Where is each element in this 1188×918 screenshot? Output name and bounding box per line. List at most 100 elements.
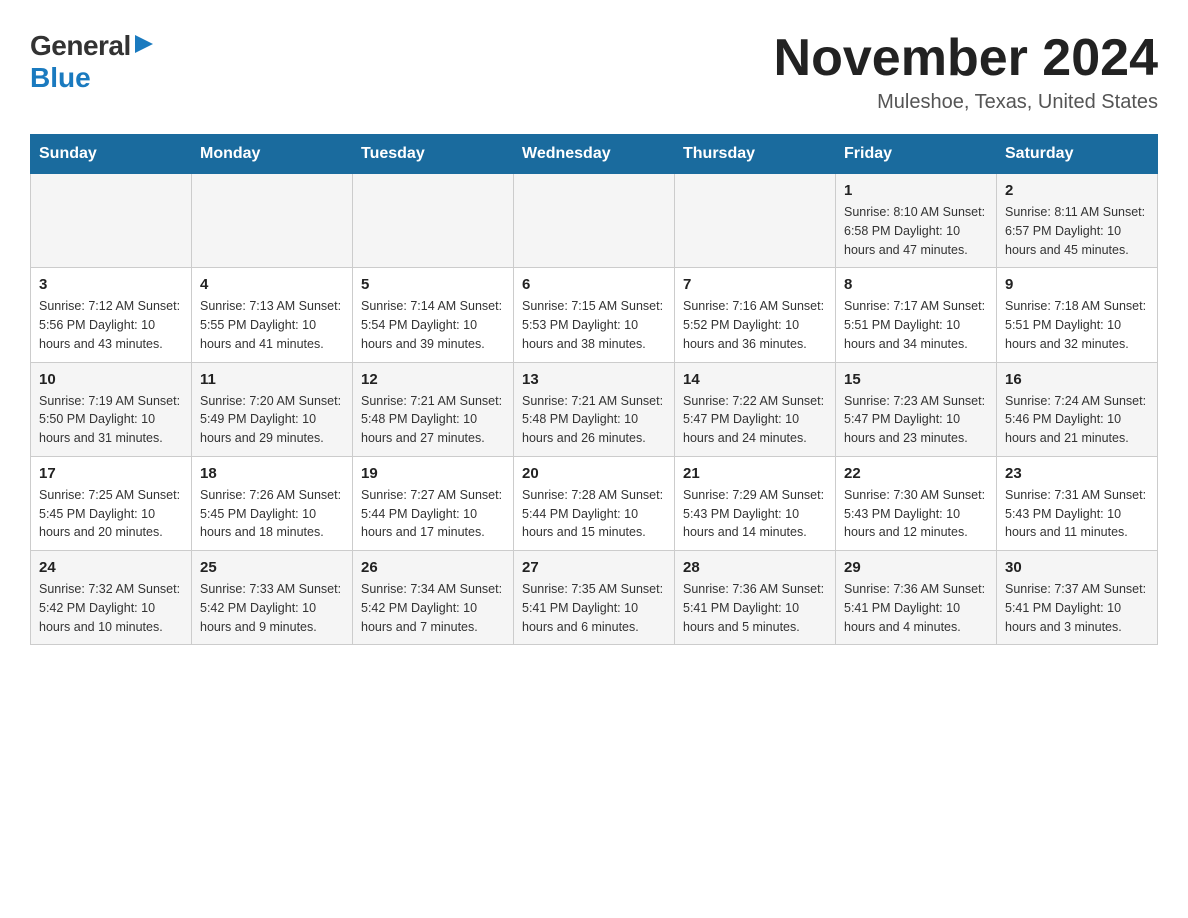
calendar-cell: 11 Sunrise: 7:20 AM Sunset: 5:49 PM Dayli… [192, 362, 353, 456]
day-number: 11 [200, 371, 344, 388]
day-info: Sunrise: 7:20 AM Sunset: 5:49 PM Dayligh… [200, 392, 344, 448]
day-info: Sunrise: 7:26 AM Sunset: 5:45 PM Dayligh… [200, 486, 344, 542]
day-info: Sunrise: 7:36 AM Sunset: 5:41 PM Dayligh… [844, 580, 988, 636]
calendar-header-row: SundayMondayTuesdayWednesdayThursdayFrid… [31, 135, 1158, 174]
day-info: Sunrise: 7:29 AM Sunset: 5:43 PM Dayligh… [683, 486, 827, 542]
day-number: 2 [1005, 182, 1149, 199]
day-number: 1 [844, 182, 988, 199]
calendar-cell [353, 174, 514, 268]
calendar-cell: 25Sunrise: 7:33 AM Sunset: 5:42 PM Dayli… [192, 551, 353, 645]
calendar-cell: 6Sunrise: 7:15 AM Sunset: 5:53 PM Daylig… [514, 268, 675, 362]
day-info: Sunrise: 7:14 AM Sunset: 5:54 PM Dayligh… [361, 297, 505, 353]
logo: General Blue [30, 30, 155, 94]
day-info: Sunrise: 7:16 AM Sunset: 5:52 PM Dayligh… [683, 297, 827, 353]
calendar-cell [675, 174, 836, 268]
day-info: Sunrise: 7:36 AM Sunset: 5:41 PM Dayligh… [683, 580, 827, 636]
day-number: 10 [39, 371, 183, 388]
page-header: General Blue November 2024 Muleshoe, Tex… [30, 30, 1158, 114]
calendar-cell: 20Sunrise: 7:28 AM Sunset: 5:44 PM Dayli… [514, 456, 675, 550]
calendar-row-1: 1 Sunrise: 8:10 AM Sunset: 6:58 PM Daylig… [31, 174, 1158, 268]
calendar-cell [514, 174, 675, 268]
day-info: Sunrise: 7:34 AM Sunset: 5:42 PM Dayligh… [361, 580, 505, 636]
day-number: 18 [200, 465, 344, 482]
day-number: 27 [522, 559, 666, 576]
calendar-cell: 3 Sunrise: 7:12 AM Sunset: 5:56 PM Daylig… [31, 268, 192, 362]
day-number: 14 [683, 371, 827, 388]
day-number: 16 [1005, 371, 1149, 388]
day-info: Sunrise: 7:12 AM Sunset: 5:56 PM Dayligh… [39, 297, 183, 353]
calendar-header-saturday: Saturday [997, 135, 1158, 174]
day-info: Sunrise: 8:11 AM Sunset: 6:57 PM Dayligh… [1005, 203, 1149, 259]
calendar-cell: 22Sunrise: 7:30 AM Sunset: 5:43 PM Dayli… [836, 456, 997, 550]
calendar-cell: 9 Sunrise: 7:18 AM Sunset: 5:51 PM Daylig… [997, 268, 1158, 362]
day-info: Sunrise: 7:24 AM Sunset: 5:46 PM Dayligh… [1005, 392, 1149, 448]
calendar-cell: 30Sunrise: 7:37 AM Sunset: 5:41 PM Dayli… [997, 551, 1158, 645]
day-info: Sunrise: 7:35 AM Sunset: 5:41 PM Dayligh… [522, 580, 666, 636]
day-number: 13 [522, 371, 666, 388]
day-info: Sunrise: 8:10 AM Sunset: 6:58 PM Dayligh… [844, 203, 988, 259]
day-info: Sunrise: 7:25 AM Sunset: 5:45 PM Dayligh… [39, 486, 183, 542]
day-number: 25 [200, 559, 344, 576]
day-number: 15 [844, 371, 988, 388]
calendar-cell: 16 Sunrise: 7:24 AM Sunset: 5:46 PM Dayli… [997, 362, 1158, 456]
calendar-header-thursday: Thursday [675, 135, 836, 174]
calendar-cell: 17Sunrise: 7:25 AM Sunset: 5:45 PM Dayli… [31, 456, 192, 550]
logo-general-text: General [30, 30, 131, 62]
calendar-header-tuesday: Tuesday [353, 135, 514, 174]
location-text: Muleshoe, Texas, United States [774, 91, 1158, 114]
day-number: 21 [683, 465, 827, 482]
day-info: Sunrise: 7:18 AM Sunset: 5:51 PM Dayligh… [1005, 297, 1149, 353]
day-info: Sunrise: 7:28 AM Sunset: 5:44 PM Dayligh… [522, 486, 666, 542]
calendar-cell: 12 Sunrise: 7:21 AM Sunset: 5:48 PM Dayli… [353, 362, 514, 456]
day-info: Sunrise: 7:22 AM Sunset: 5:47 PM Dayligh… [683, 392, 827, 448]
calendar-cell: 4 Sunrise: 7:13 AM Sunset: 5:55 PM Daylig… [192, 268, 353, 362]
day-number: 8 [844, 276, 988, 293]
day-number: 26 [361, 559, 505, 576]
day-number: 7 [683, 276, 827, 293]
calendar-cell: 18 Sunrise: 7:26 AM Sunset: 5:45 PM Dayli… [192, 456, 353, 550]
day-number: 19 [361, 465, 505, 482]
calendar-cell [31, 174, 192, 268]
calendar-cell: 13Sunrise: 7:21 AM Sunset: 5:48 PM Dayli… [514, 362, 675, 456]
calendar-cell: 29 Sunrise: 7:36 AM Sunset: 5:41 PM Dayli… [836, 551, 997, 645]
calendar-table: SundayMondayTuesdayWednesdayThursdayFrid… [30, 134, 1158, 645]
day-info: Sunrise: 7:13 AM Sunset: 5:55 PM Dayligh… [200, 297, 344, 353]
calendar-cell: 2 Sunrise: 8:11 AM Sunset: 6:57 PM Daylig… [997, 174, 1158, 268]
calendar-cell: 15 Sunrise: 7:23 AM Sunset: 5:47 PM Dayli… [836, 362, 997, 456]
calendar-cell: 10Sunrise: 7:19 AM Sunset: 5:50 PM Dayli… [31, 362, 192, 456]
day-info: Sunrise: 7:17 AM Sunset: 5:51 PM Dayligh… [844, 297, 988, 353]
logo-arrow-icon [133, 33, 155, 55]
day-info: Sunrise: 7:15 AM Sunset: 5:53 PM Dayligh… [522, 297, 666, 353]
day-number: 12 [361, 371, 505, 388]
calendar-row-4: 17Sunrise: 7:25 AM Sunset: 5:45 PM Dayli… [31, 456, 1158, 550]
calendar-row-5: 24Sunrise: 7:32 AM Sunset: 5:42 PM Dayli… [31, 551, 1158, 645]
day-number: 28 [683, 559, 827, 576]
day-info: Sunrise: 7:31 AM Sunset: 5:43 PM Dayligh… [1005, 486, 1149, 542]
calendar-cell: 27 Sunrise: 7:35 AM Sunset: 5:41 PM Dayli… [514, 551, 675, 645]
calendar-cell [192, 174, 353, 268]
calendar-cell: 1 Sunrise: 8:10 AM Sunset: 6:58 PM Daylig… [836, 174, 997, 268]
day-info: Sunrise: 7:23 AM Sunset: 5:47 PM Dayligh… [844, 392, 988, 448]
calendar-header-sunday: Sunday [31, 135, 192, 174]
calendar-header-wednesday: Wednesday [514, 135, 675, 174]
month-title: November 2024 [774, 30, 1158, 87]
calendar-header-friday: Friday [836, 135, 997, 174]
day-info: Sunrise: 7:37 AM Sunset: 5:41 PM Dayligh… [1005, 580, 1149, 636]
calendar-cell: 14 Sunrise: 7:22 AM Sunset: 5:47 PM Dayli… [675, 362, 836, 456]
day-number: 5 [361, 276, 505, 293]
logo-blue-text: Blue [30, 62, 91, 93]
calendar-cell: 23Sunrise: 7:31 AM Sunset: 5:43 PM Dayli… [997, 456, 1158, 550]
title-block: November 2024 Muleshoe, Texas, United St… [774, 30, 1158, 114]
day-number: 29 [844, 559, 988, 576]
calendar-cell: 28 Sunrise: 7:36 AM Sunset: 5:41 PM Dayli… [675, 551, 836, 645]
day-number: 4 [200, 276, 344, 293]
day-number: 9 [1005, 276, 1149, 293]
calendar-cell: 8 Sunrise: 7:17 AM Sunset: 5:51 PM Daylig… [836, 268, 997, 362]
day-number: 3 [39, 276, 183, 293]
calendar-cell: 21 Sunrise: 7:29 AM Sunset: 5:43 PM Dayli… [675, 456, 836, 550]
day-info: Sunrise: 7:21 AM Sunset: 5:48 PM Dayligh… [361, 392, 505, 448]
calendar-header-monday: Monday [192, 135, 353, 174]
calendar-cell: 24Sunrise: 7:32 AM Sunset: 5:42 PM Dayli… [31, 551, 192, 645]
calendar-cell: 26 Sunrise: 7:34 AM Sunset: 5:42 PM Dayli… [353, 551, 514, 645]
day-info: Sunrise: 7:30 AM Sunset: 5:43 PM Dayligh… [844, 486, 988, 542]
